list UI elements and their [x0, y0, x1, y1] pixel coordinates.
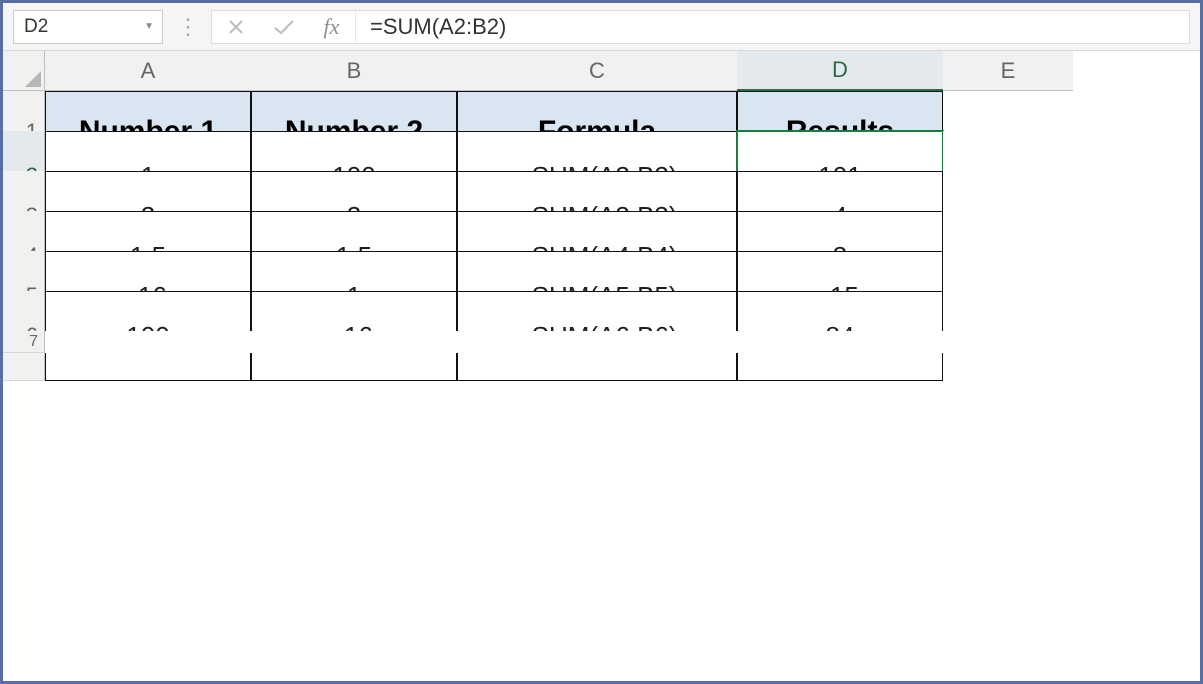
formula-bar: D2 ▼ ⋮ fx: [3, 3, 1200, 51]
name-box-value: D2: [24, 16, 48, 38]
chevron-down-icon: ▼: [144, 21, 154, 32]
cell-D7[interactable]: [737, 331, 943, 353]
select-all-corner[interactable]: [3, 51, 45, 91]
vertical-dots-icon[interactable]: ⋮: [173, 14, 201, 40]
col-head-C[interactable]: C: [457, 51, 737, 91]
fx-icon[interactable]: fx: [308, 11, 356, 43]
formula-bar-group: fx: [211, 10, 1190, 44]
cell-C7[interactable]: [457, 331, 737, 353]
spreadsheet-grid[interactable]: A B C D E 1 Number 1 Number 2 Formula Re…: [3, 51, 1200, 371]
cell-B7[interactable]: [251, 331, 457, 353]
row-head-7[interactable]: 7: [3, 331, 45, 353]
confirm-icon[interactable]: [260, 11, 308, 43]
col-head-A[interactable]: A: [45, 51, 251, 91]
cell-A7[interactable]: [45, 331, 251, 353]
name-box[interactable]: D2 ▼: [13, 10, 163, 44]
col-head-D[interactable]: D: [737, 51, 943, 91]
cell-E7[interactable]: [943, 331, 1073, 353]
col-head-B[interactable]: B: [251, 51, 457, 91]
cancel-icon[interactable]: [212, 11, 260, 43]
col-head-E[interactable]: E: [943, 51, 1073, 91]
formula-input[interactable]: [356, 11, 1189, 43]
